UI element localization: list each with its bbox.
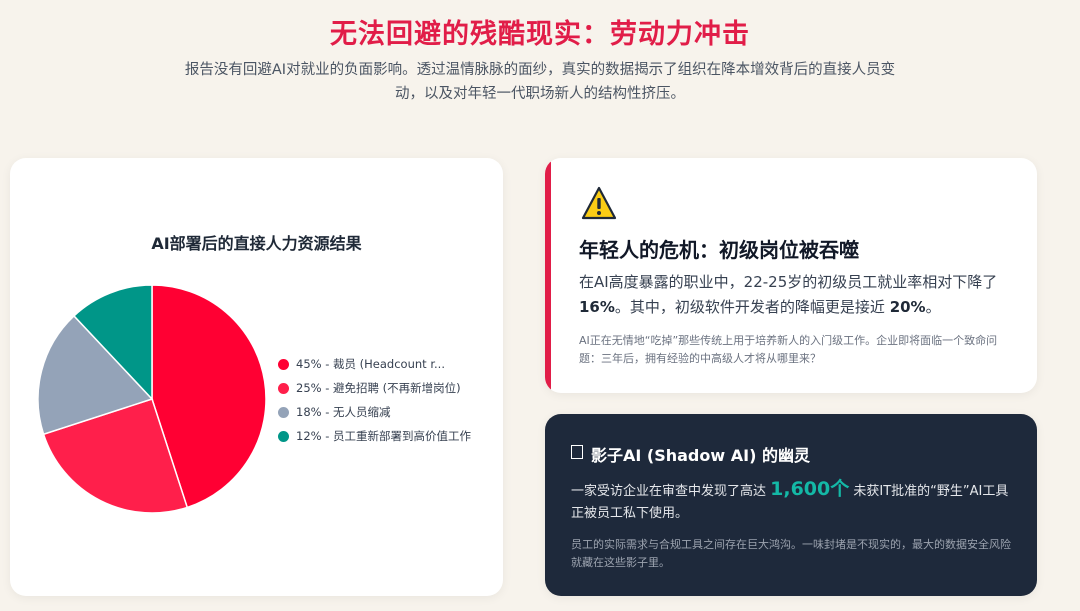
youth-crisis-title: 年轻人的危机：初级岗位被吞噬: [579, 238, 859, 262]
youth-crisis-body: 在AI高度暴露的职业中，22-25岁的初级员工就业率相对下降了 16%。其中，初…: [579, 270, 1009, 320]
body-text: 一家受访企业在审查中发现了高达: [571, 484, 771, 499]
stat-shadow-tools: 1,600个: [770, 478, 850, 500]
legend-item-0: 45% - 裁员 (Headcount r...: [278, 352, 471, 376]
card-accent-bar: [545, 158, 551, 393]
youth-crisis-note: AI正在无情地“吃掉”那些传统上用于培养新人的入门级工作。企业即将面临一个致命问…: [579, 334, 998, 365]
legend-label: 25% - 避免招聘 (不再新增岗位): [296, 381, 461, 395]
legend-item-1: 25% - 避免招聘 (不再新增岗位): [278, 376, 471, 400]
legend-label: 18% - 无人员缩减: [296, 405, 391, 419]
page-title: 无法回避的残酷现实：劳动力冲击: [330, 19, 750, 50]
legend-swatch: [278, 358, 289, 370]
shadow-ai-card: 影子AI (Shadow AI) 的幽灵 一家受访企业在审查中发现了高达 1,6…: [545, 414, 1037, 596]
body-text: 。其中，初级软件开发者的降幅更是接近: [614, 298, 890, 316]
body-text: 。: [925, 298, 941, 316]
legend-swatch: [278, 406, 289, 418]
warning-icon: [581, 186, 617, 220]
chart-legend: 45% - 裁员 (Headcount r... 25% - 避免招聘 (不再新增…: [278, 352, 471, 448]
youth-crisis-card: 年轻人的危机：初级岗位被吞噬 在AI高度暴露的职业中，22-25岁的初级员工就业…: [545, 158, 1037, 393]
legend-label: 45% - 裁员 (Headcount r...: [296, 357, 445, 371]
stat-entry-level-drop: 16%: [579, 298, 615, 316]
ghost-icon: [571, 445, 583, 459]
legend-swatch: [278, 430, 289, 442]
stat-junior-dev-drop: 20%: [889, 298, 926, 316]
legend-label: 12% - 员工重新部署到高价值工作: [296, 429, 472, 443]
legend-swatch: [278, 382, 289, 394]
legend-item-3: 12% - 员工重新部署到高价值工作: [278, 424, 471, 448]
shadow-ai-body: 一家受访企业在审查中发现了高达 1,600个 未获IT批准的“野生”AI工具正被…: [571, 478, 1011, 525]
page-subtitle: 报告没有回避AI对就业的负面影响。透过温情脉脉的面纱，真实的数据揭示了组织在降本…: [184, 62, 896, 102]
shadow-ai-note: 员工的实际需求与合规工具之间存在巨大鸿沟。一味封堵是不现实的，最大的数据安全风险…: [571, 538, 1011, 569]
shadow-ai-title: 影子AI (Shadow AI) 的幽灵: [591, 446, 810, 465]
hr-outcome-chart-card: AI部署后的直接人力资源结果 45% - 裁员 (Headcount r... 2…: [10, 158, 503, 596]
body-text: 在AI高度暴露的职业中，22-25岁的初级员工就业率相对下降了: [579, 273, 998, 291]
legend-item-2: 18% - 无人员缩减: [278, 400, 471, 424]
